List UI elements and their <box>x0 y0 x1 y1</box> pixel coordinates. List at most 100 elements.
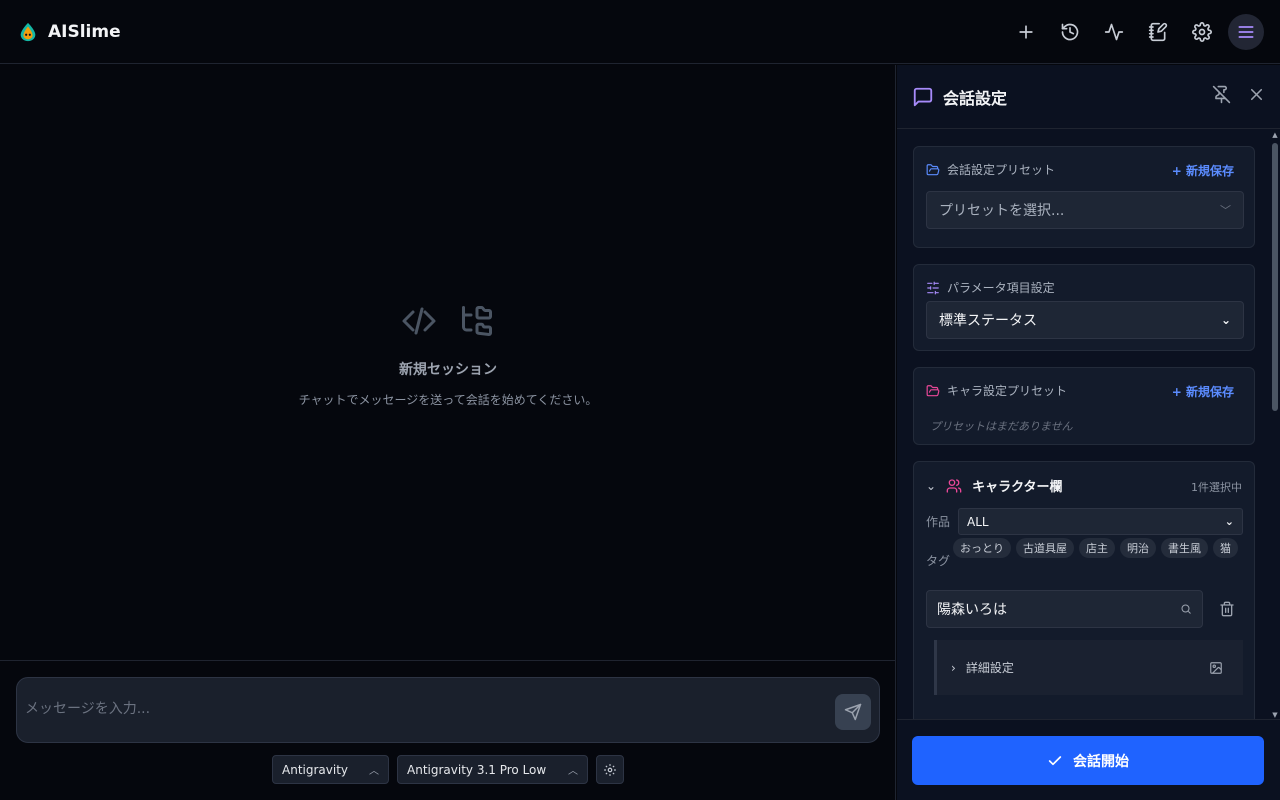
image-icon <box>1210 662 1222 674</box>
empty-icons <box>0 303 896 339</box>
provider-value: Antigravity <box>282 762 348 777</box>
chevron-down-icon: ⌄ <box>1224 515 1234 528</box>
scroll-up-icon[interactable]: ▲ <box>1272 131 1278 139</box>
folder-tree-icon <box>462 306 492 336</box>
work-select[interactable]: ALL ⌄ <box>958 508 1243 535</box>
scroll-down-icon[interactable]: ▼ <box>1272 711 1278 719</box>
activity-icon <box>1104 23 1124 41</box>
tag-list: おっとり 古道具屋 店主 明治 書生風 猫 <box>953 538 1243 558</box>
panel-title: 会話設定 <box>943 88 1008 108</box>
activity-button[interactable] <box>1096 14 1132 50</box>
character-card: ⌄ キャラクター欄 1件選択中 作品 ALL ⌄ タグ おっとり 古道具屋 店主… <box>913 461 1255 719</box>
model-value: Antigravity 3.1 Pro Low <box>407 762 547 777</box>
detail-settings-label: 詳細設定 <box>965 661 1014 675</box>
character-header[interactable]: ⌄ キャラクター欄 <box>926 476 1063 496</box>
panel-scroll-area: 会話設定プリセット + 新規保存 プリセットを選択... ﹀ パラメータ項目設定… <box>897 130 1280 719</box>
chevron-up-icon: ︿ <box>568 766 578 777</box>
character-preset-label: キャラ設定プリセット <box>947 384 1068 398</box>
provider-select[interactable]: Antigravity ︿ <box>272 755 389 784</box>
work-label: 作品 <box>926 515 951 529</box>
empty-subtitle: チャットでメッセージを送って会話を始めてください。 <box>298 393 598 407</box>
model-settings-button[interactable] <box>596 755 624 784</box>
composer-area: Antigravity ︿ Antigravity 3.1 Pro Low ︿ <box>0 660 896 800</box>
start-conversation-label: 会話開始 <box>1073 753 1129 770</box>
users-icon <box>946 478 962 493</box>
panel-header-actions <box>1212 85 1266 108</box>
send-button[interactable] <box>835 694 871 730</box>
chevron-down-icon: ⌄ <box>1220 313 1231 327</box>
message-input[interactable] <box>25 698 805 720</box>
tag-chip[interactable]: おっとり <box>953 538 1011 558</box>
top-actions <box>1008 14 1264 50</box>
chevron-down-icon: ⌄ <box>926 478 937 493</box>
tag-chip[interactable]: 書生風 <box>1161 538 1208 558</box>
conversation-preset-card: 会話設定プリセット + 新規保存 プリセットを選択... ﹀ <box>913 146 1255 248</box>
character-title: キャラクター欄 <box>972 480 1063 495</box>
character-selected-count: 1件選択中 <box>1191 481 1242 494</box>
model-select[interactable]: Antigravity 3.1 Pro Low ︿ <box>397 755 588 784</box>
empty-title: 新規セッション <box>399 362 497 378</box>
chevron-right-icon: › <box>951 660 956 675</box>
history-button[interactable] <box>1052 14 1088 50</box>
app-name: AISlime <box>48 21 121 42</box>
send-icon <box>844 703 862 721</box>
pin-off-icon <box>1212 85 1231 104</box>
composer <box>16 677 880 743</box>
panel-header: 会話設定 <box>897 65 1280 129</box>
code-icon <box>402 307 436 335</box>
top-bar: AISlime <box>0 0 1280 64</box>
history-icon <box>1061 23 1079 41</box>
start-conversation-button[interactable]: 会話開始 <box>912 736 1264 785</box>
check-icon <box>1048 755 1062 765</box>
image-button[interactable] <box>1209 660 1223 679</box>
parameter-header: パラメータ項目設定 <box>926 279 1055 296</box>
trash-icon <box>1220 601 1234 617</box>
plus-icon <box>1019 25 1033 39</box>
notebook-pen-icon <box>1148 22 1168 42</box>
tag-chip[interactable]: 店主 <box>1079 538 1115 558</box>
conversation-preset-placeholder: プリセットを選択... <box>939 203 1065 219</box>
work-value: ALL <box>967 514 989 529</box>
character-preset-empty: プリセットはまだありません <box>930 420 1073 433</box>
panel-footer: 会話開始 <box>897 719 1280 800</box>
model-row: Antigravity ︿ Antigravity 3.1 Pro Low ︿ <box>272 755 624 784</box>
parameter-value: 標準ステータス <box>939 313 1037 329</box>
close-panel-button[interactable] <box>1247 85 1266 108</box>
folder-open-icon <box>926 384 940 396</box>
character-name-field[interactable]: 陽森いろは <box>926 590 1203 628</box>
chevron-up-icon: ︿ <box>369 766 379 777</box>
menu-icon <box>1238 26 1254 38</box>
sliders-icon <box>927 281 939 294</box>
empty-state: 新規セッション チャットでメッセージを送って会話を始めてください。 <box>0 303 896 408</box>
conversation-preset-header: 会話設定プリセット <box>926 161 1055 178</box>
new-session-button[interactable] <box>1008 14 1044 50</box>
character-name: 陽森いろは <box>937 602 1007 618</box>
conversation-settings-panel: 会話設定 会話設定プリセット + 新規保存 プリセットを選択... ﹀ パラメー… <box>897 65 1280 800</box>
folder-open-icon <box>926 163 940 175</box>
close-icon <box>1250 88 1263 101</box>
conversation-preset-select[interactable]: プリセットを選択... ﹀ <box>926 191 1244 229</box>
tag-chip[interactable]: 猫 <box>1213 538 1238 558</box>
parameter-label: パラメータ項目設定 <box>947 281 1055 295</box>
brand[interactable]: AISlime <box>17 21 121 43</box>
tag-chip[interactable]: 明治 <box>1120 538 1156 558</box>
detail-settings-toggle[interactable]: › 詳細設定 <box>934 640 1243 695</box>
parameter-card: パラメータ項目設定 標準ステータス ⌄ <box>913 264 1255 351</box>
save-character-preset-button[interactable]: + 新規保存 <box>1172 383 1234 400</box>
parameter-select[interactable]: 標準ステータス ⌄ <box>926 301 1244 339</box>
panel-scrollbar[interactable]: ▲ ▼ <box>1272 131 1278 719</box>
gear-icon <box>604 763 616 776</box>
unpin-button[interactable] <box>1212 85 1231 108</box>
save-conversation-preset-button[interactable]: + 新規保存 <box>1172 162 1234 179</box>
menu-button[interactable] <box>1228 14 1264 50</box>
message-square-icon <box>912 86 934 108</box>
scrollbar-thumb[interactable] <box>1272 143 1278 411</box>
slime-logo-icon <box>20 22 36 41</box>
notebook-button[interactable] <box>1140 14 1176 50</box>
tag-label: タグ <box>926 554 951 568</box>
chat-main: 新規セッション チャットでメッセージを送って会話を始めてください。 Antigr… <box>0 65 896 800</box>
tag-chip[interactable]: 古道具屋 <box>1016 538 1074 558</box>
settings-button[interactable] <box>1184 14 1220 50</box>
delete-character-button[interactable] <box>1219 601 1235 621</box>
gear-icon <box>1192 22 1212 42</box>
